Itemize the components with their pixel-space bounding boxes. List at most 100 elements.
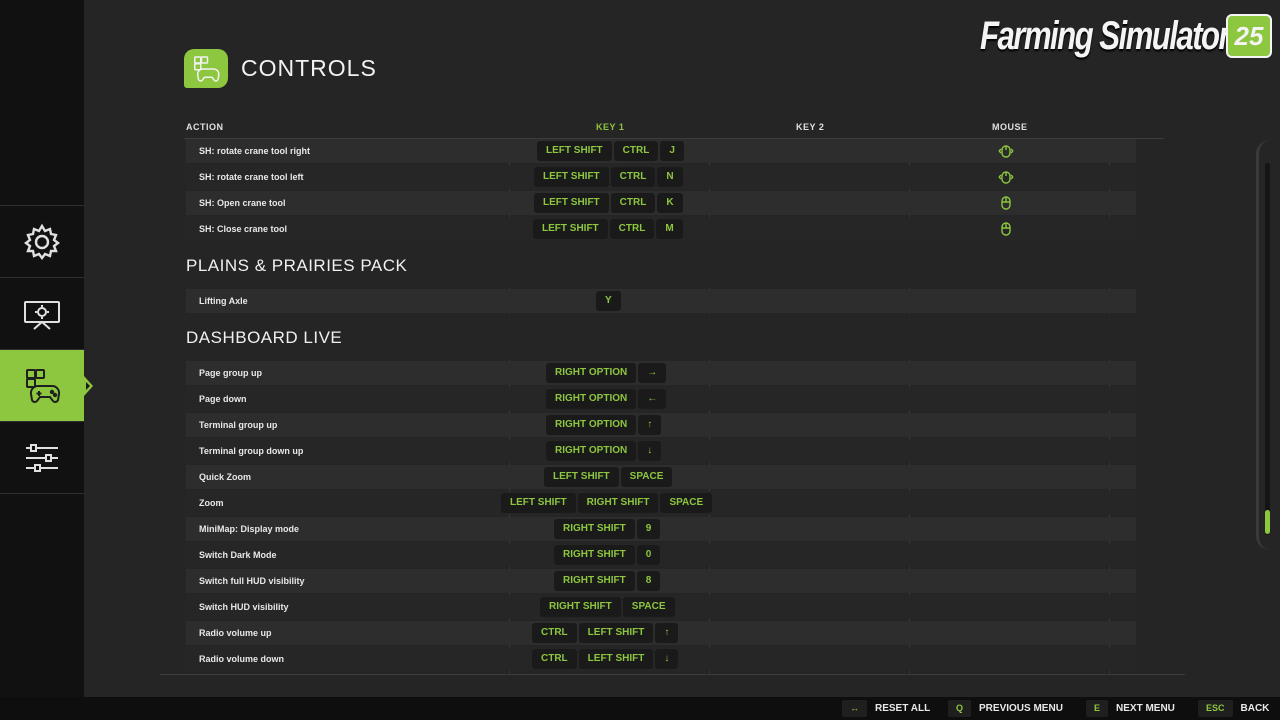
table-row[interactable]: Page down RIGHT OPTION ← bbox=[186, 387, 1136, 411]
key-hint: ESC bbox=[1198, 700, 1233, 717]
key1-binding[interactable]: RIGHT SHIFT 9 bbox=[553, 519, 661, 539]
key1-binding[interactable]: LEFT SHIFT RIGHT SHIFT SPACE bbox=[500, 493, 713, 513]
key-cap: LEFT SHIFT bbox=[534, 167, 609, 187]
key-cap: 8 bbox=[636, 571, 661, 591]
key-hint: Q bbox=[948, 700, 972, 717]
key1-binding[interactable]: RIGHT OPTION ← bbox=[545, 389, 667, 409]
table-row[interactable]: SH: rotate crane tool left LEFT SHIFT CT… bbox=[186, 165, 1136, 189]
reset-all-button[interactable]: ↔ RESET ALL bbox=[842, 700, 930, 717]
next-menu-button[interactable]: E NEXT MENU bbox=[1086, 700, 1175, 717]
key-cap: RIGHT SHIFT bbox=[577, 493, 659, 513]
key1-binding[interactable]: RIGHT SHIFT SPACE bbox=[539, 597, 676, 617]
table-row[interactable]: MiniMap: Display mode RIGHT SHIFT 9 bbox=[186, 517, 1136, 541]
mouse-button-icon[interactable] bbox=[998, 196, 1014, 210]
back-button[interactable]: ESC BACK bbox=[1198, 700, 1269, 717]
table-row[interactable]: SH: rotate crane tool right LEFT SHIFT C… bbox=[186, 139, 1136, 163]
key-cap: LEFT SHIFT bbox=[534, 193, 609, 213]
key-cap: LEFT SHIFT bbox=[578, 649, 654, 669]
table-row[interactable]: Zoom LEFT SHIFT RIGHT SHIFT SPACE bbox=[186, 491, 1136, 515]
key1-binding[interactable]: CTRL LEFT SHIFT ↓ bbox=[531, 649, 679, 669]
key-cap: ↓ bbox=[655, 649, 679, 669]
key1-binding[interactable]: Y bbox=[595, 291, 622, 311]
key-cap: ← bbox=[638, 389, 667, 409]
key1-binding[interactable]: LEFT SHIFT CTRL J bbox=[536, 141, 685, 161]
key-cap: 9 bbox=[636, 519, 661, 539]
key-cap: K bbox=[657, 193, 683, 213]
key-hint: ↔ bbox=[842, 700, 867, 717]
action-label: Radio volume up bbox=[199, 628, 272, 638]
key-cap: LEFT SHIFT bbox=[578, 623, 654, 643]
key-cap: CTRL bbox=[609, 219, 655, 239]
action-label: Switch Dark Mode bbox=[199, 550, 277, 560]
column-header-key1: KEY 1 bbox=[596, 122, 625, 132]
mouse-button-icon[interactable] bbox=[998, 222, 1014, 236]
mouse-wheel-icon[interactable] bbox=[998, 170, 1014, 184]
table-row[interactable]: SH: Open crane tool LEFT SHIFT CTRL K bbox=[186, 191, 1136, 215]
sidebar-item-controls[interactable] bbox=[0, 349, 93, 421]
table-row[interactable]: Quick Zoom LEFT SHIFT SPACE bbox=[186, 465, 1136, 489]
key-cap: CTRL bbox=[610, 167, 656, 187]
controls-icon bbox=[194, 55, 220, 82]
key-cap: SPACE bbox=[620, 467, 673, 487]
table-row[interactable]: Switch HUD visibility RIGHT SHIFT SPACE bbox=[186, 595, 1136, 619]
section-title: DASHBOARD LIVE bbox=[186, 328, 343, 347]
action-label: Radio volume down bbox=[199, 654, 285, 664]
key-cap: LEFT SHIFT bbox=[501, 493, 576, 513]
key-cap: RIGHT SHIFT bbox=[554, 545, 635, 565]
list-bottom-divider bbox=[160, 674, 1185, 675]
key1-binding[interactable]: LEFT SHIFT SPACE bbox=[543, 467, 673, 487]
sidebar-item-general-options[interactable] bbox=[0, 421, 84, 494]
key-cap: LEFT SHIFT bbox=[533, 219, 608, 239]
key-cap: CTRL bbox=[532, 623, 577, 643]
action-label: Switch HUD visibility bbox=[199, 602, 289, 612]
table-row[interactable]: Radio volume up CTRL LEFT SHIFT ↑ bbox=[186, 621, 1136, 645]
column-header-action: ACTION bbox=[186, 122, 224, 132]
table-row[interactable]: SH: Close crane tool LEFT SHIFT CTRL M bbox=[186, 217, 1136, 241]
key-hint: E bbox=[1086, 700, 1109, 717]
key-cap: J bbox=[660, 141, 684, 161]
column-header-key2: KEY 2 bbox=[796, 122, 825, 132]
key-cap: RIGHT OPTION bbox=[546, 415, 637, 435]
key1-binding[interactable]: RIGHT SHIFT 8 bbox=[553, 571, 661, 591]
scrollbar-track[interactable] bbox=[1265, 163, 1270, 535]
key-cap: N bbox=[657, 167, 683, 187]
key-cap: RIGHT SHIFT bbox=[554, 571, 635, 591]
key1-binding[interactable]: LEFT SHIFT CTRL N bbox=[533, 167, 684, 187]
table-row[interactable]: Lifting Axle Y bbox=[186, 289, 1136, 313]
key1-binding[interactable]: CTRL LEFT SHIFT ↑ bbox=[531, 623, 679, 643]
key-cap: ↑ bbox=[638, 415, 662, 435]
button-label: BACK bbox=[1240, 703, 1270, 714]
table-row[interactable]: Page group up RIGHT OPTION → bbox=[186, 361, 1136, 385]
key1-binding[interactable]: LEFT SHIFT CTRL K bbox=[533, 193, 684, 213]
action-label: SH: Open crane tool bbox=[199, 198, 286, 208]
table-row[interactable]: Switch Dark Mode RIGHT SHIFT 0 bbox=[186, 543, 1136, 567]
key-cap: RIGHT OPTION bbox=[546, 363, 637, 383]
sidebar-item-display-settings[interactable] bbox=[0, 277, 84, 349]
table-row[interactable]: Terminal group down up RIGHT OPTION ↓ bbox=[186, 439, 1136, 463]
display-settings-icon bbox=[24, 300, 60, 330]
key1-binding[interactable]: RIGHT SHIFT 0 bbox=[553, 545, 661, 565]
table-row[interactable]: Switch full HUD visibility RIGHT SHIFT 8 bbox=[186, 569, 1136, 593]
key-cap: ↓ bbox=[638, 441, 662, 461]
action-label: Terminal group up bbox=[199, 420, 278, 430]
controls-header-icon bbox=[184, 49, 228, 88]
column-header-mouse: MOUSE bbox=[992, 122, 1028, 132]
scrollbar-thumb[interactable] bbox=[1265, 510, 1270, 534]
previous-menu-button[interactable]: Q PREVIOUS MENU bbox=[948, 700, 1063, 717]
button-label: RESET ALL bbox=[875, 703, 931, 714]
gear-icon bbox=[24, 223, 60, 260]
controls-icon bbox=[26, 368, 61, 403]
logo-badge: 25 bbox=[1226, 14, 1272, 58]
key1-binding[interactable]: LEFT SHIFT CTRL M bbox=[532, 219, 684, 239]
key1-binding[interactable]: RIGHT OPTION ↓ bbox=[545, 441, 662, 461]
mouse-wheel-icon[interactable] bbox=[998, 144, 1014, 158]
key1-binding[interactable]: RIGHT OPTION ↑ bbox=[545, 415, 662, 435]
button-label: NEXT MENU bbox=[1116, 703, 1175, 714]
key1-binding[interactable]: RIGHT OPTION → bbox=[545, 363, 667, 383]
sidebar-item-general-settings[interactable] bbox=[0, 205, 84, 277]
table-row[interactable]: Terminal group up RIGHT OPTION ↑ bbox=[186, 413, 1136, 437]
table-row[interactable]: Radio volume down CTRL LEFT SHIFT ↓ bbox=[186, 647, 1136, 671]
key-cap: → bbox=[638, 363, 667, 383]
action-label: SH: Close crane tool bbox=[199, 224, 288, 234]
key-cap: RIGHT OPTION bbox=[546, 441, 637, 461]
